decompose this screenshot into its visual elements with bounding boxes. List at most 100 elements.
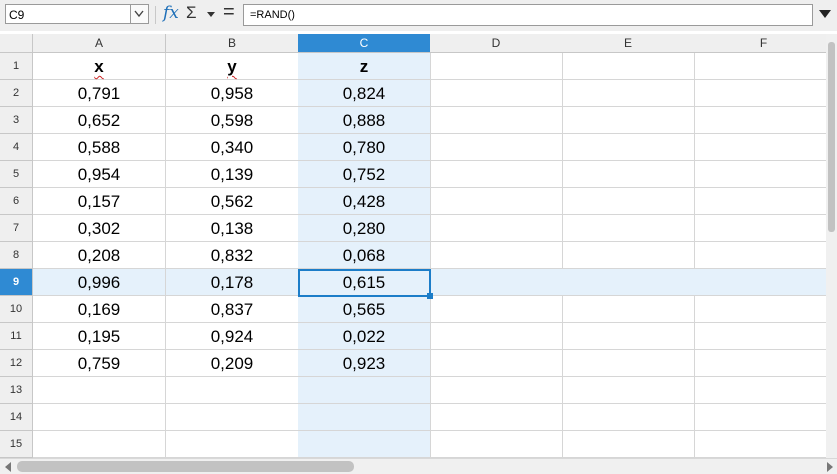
cell-a8[interactable]: 0,208 (33, 242, 166, 269)
cell-a3[interactable]: 0,652 (33, 107, 166, 134)
cell-c5[interactable]: 0,752 (298, 161, 431, 188)
cell-c6[interactable]: 0,428 (298, 188, 431, 215)
cell-a2[interactable]: 0,791 (33, 80, 166, 107)
scroll-left-icon[interactable] (4, 462, 12, 472)
cell-b6[interactable]: 0,562 (166, 188, 299, 215)
cell-f10[interactable] (694, 296, 826, 323)
cell-e6[interactable] (562, 188, 695, 215)
formula-input[interactable]: =RAND() (243, 4, 813, 26)
formula-icon[interactable]: = (223, 1, 235, 24)
cell-b15[interactable] (166, 431, 299, 458)
row-header-13[interactable]: 13 (0, 377, 33, 404)
cell-c11[interactable]: 0,022 (298, 323, 431, 350)
cell-b9[interactable]: 0,178 (166, 269, 299, 296)
cell-c9[interactable]: 0,615 (298, 269, 431, 296)
cell-e3[interactable] (562, 107, 695, 134)
cell-f9[interactable] (694, 269, 826, 296)
cell-c14[interactable] (298, 404, 431, 431)
row-header-10[interactable]: 10 (0, 296, 33, 323)
cell-e1[interactable] (562, 53, 695, 80)
cell-e13[interactable] (562, 377, 695, 404)
cell-a5[interactable]: 0,954 (33, 161, 166, 188)
cell-f7[interactable] (694, 215, 826, 242)
cell-c10[interactable]: 0,565 (298, 296, 431, 323)
cell-d14[interactable] (430, 404, 563, 431)
cell-e5[interactable] (562, 161, 695, 188)
cell-e10[interactable] (562, 296, 695, 323)
row-header-8[interactable]: 8 (0, 242, 33, 269)
row-header-14[interactable]: 14 (0, 404, 33, 431)
cell-d1[interactable] (430, 53, 563, 80)
row-header-11[interactable]: 11 (0, 323, 33, 350)
cell-b8[interactable]: 0,832 (166, 242, 299, 269)
cell-a13[interactable] (33, 377, 166, 404)
cell-f2[interactable] (694, 80, 826, 107)
cell-f15[interactable] (694, 431, 826, 458)
function-wizard-icon[interactable]: fx (163, 3, 179, 23)
cell-b1[interactable]: y (166, 53, 299, 80)
cell-e2[interactable] (562, 80, 695, 107)
column-header-d[interactable]: D (430, 34, 563, 53)
spreadsheet-grid[interactable]: A B C D E F 1 x y z 2 0,791 0,958 0,824 3 0,652 0,598 0,8… (0, 34, 826, 458)
cell-d8[interactable] (430, 242, 563, 269)
scroll-right-icon[interactable] (826, 462, 834, 472)
row-header-5[interactable]: 5 (0, 161, 33, 188)
cell-f1[interactable] (694, 53, 826, 80)
cell-d3[interactable] (430, 107, 563, 134)
cell-c3[interactable]: 0,888 (298, 107, 431, 134)
cell-e11[interactable] (562, 323, 695, 350)
cell-a1[interactable]: x (33, 53, 166, 80)
cell-f5[interactable] (694, 161, 826, 188)
cell-f11[interactable] (694, 323, 826, 350)
cell-b7[interactable]: 0,138 (166, 215, 299, 242)
column-header-c[interactable]: C (298, 34, 431, 53)
row-header-12[interactable]: 12 (0, 350, 33, 377)
cell-c12[interactable]: 0,923 (298, 350, 431, 377)
row-header-15[interactable]: 15 (0, 431, 33, 458)
cell-a11[interactable]: 0,195 (33, 323, 166, 350)
cell-d15[interactable] (430, 431, 563, 458)
cell-c7[interactable]: 0,280 (298, 215, 431, 242)
row-header-6[interactable]: 6 (0, 188, 33, 215)
name-box-dropdown-button[interactable] (131, 4, 149, 24)
cell-d2[interactable] (430, 80, 563, 107)
cell-d10[interactable] (430, 296, 563, 323)
cell-c13[interactable] (298, 377, 431, 404)
cell-f3[interactable] (694, 107, 826, 134)
cell-b13[interactable] (166, 377, 299, 404)
cell-b4[interactable]: 0,340 (166, 134, 299, 161)
column-header-a[interactable]: A (33, 34, 166, 53)
cell-d12[interactable] (430, 350, 563, 377)
row-header-1[interactable]: 1 (0, 53, 33, 80)
horizontal-scroll-thumb[interactable] (17, 461, 354, 472)
name-box[interactable]: C9 (5, 4, 131, 24)
cell-b12[interactable]: 0,209 (166, 350, 299, 377)
row-header-7[interactable]: 7 (0, 215, 33, 242)
cell-e9[interactable] (562, 269, 695, 296)
horizontal-scrollbar[interactable] (0, 458, 837, 474)
cell-c4[interactable]: 0,780 (298, 134, 431, 161)
cell-c8[interactable]: 0,068 (298, 242, 431, 269)
sum-dropdown-icon[interactable] (207, 12, 215, 18)
select-all-corner[interactable] (0, 34, 33, 53)
cell-d7[interactable] (430, 215, 563, 242)
cell-e14[interactable] (562, 404, 695, 431)
cell-d5[interactable] (430, 161, 563, 188)
cell-f14[interactable] (694, 404, 826, 431)
cell-a7[interactable]: 0,302 (33, 215, 166, 242)
cell-b5[interactable]: 0,139 (166, 161, 299, 188)
cell-e7[interactable] (562, 215, 695, 242)
cell-b3[interactable]: 0,598 (166, 107, 299, 134)
cell-e12[interactable] (562, 350, 695, 377)
row-header-2[interactable]: 2 (0, 80, 33, 107)
cell-c15[interactable] (298, 431, 431, 458)
cell-a12[interactable]: 0,759 (33, 350, 166, 377)
cell-f4[interactable] (694, 134, 826, 161)
expand-formula-bar-icon[interactable] (819, 10, 831, 19)
sum-icon[interactable]: Σ (186, 3, 197, 23)
cell-b2[interactable]: 0,958 (166, 80, 299, 107)
cell-f12[interactable] (694, 350, 826, 377)
cell-e15[interactable] (562, 431, 695, 458)
cell-f6[interactable] (694, 188, 826, 215)
cell-e8[interactable] (562, 242, 695, 269)
